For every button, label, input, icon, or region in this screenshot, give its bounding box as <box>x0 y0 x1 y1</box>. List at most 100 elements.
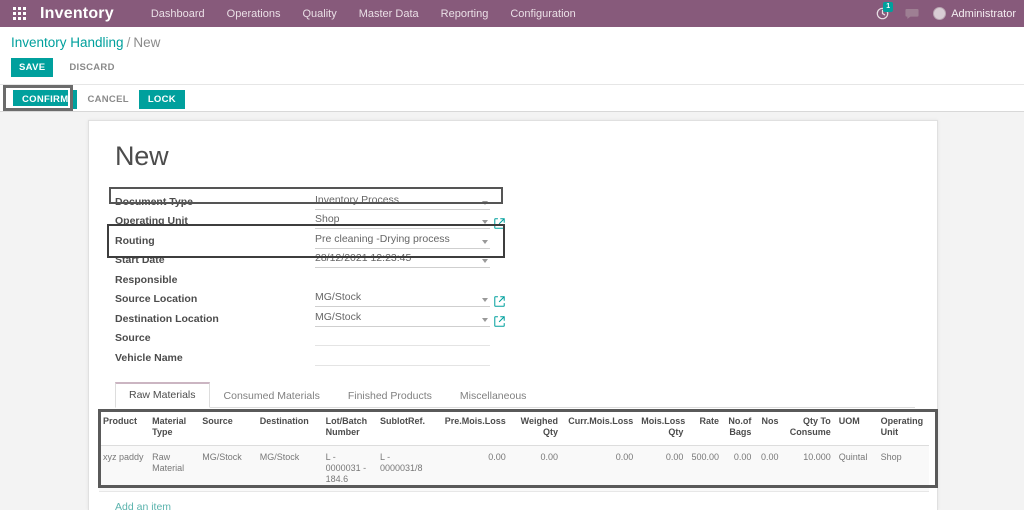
cell-sublot-ref[interactable]: L - 0000031/8 <box>376 446 433 492</box>
menu-item-reporting[interactable]: Reporting <box>430 2 500 26</box>
chevron-down-icon[interactable] <box>482 318 488 322</box>
tab-consumed-materials[interactable]: Consumed Materials <box>210 384 334 408</box>
cell-source[interactable]: MG/Stock <box>198 446 255 492</box>
field-label-source-location: Source Location <box>115 293 315 307</box>
column-header-rate[interactable]: Rate <box>687 409 723 446</box>
field-value-vehicle-name[interactable] <box>315 350 490 366</box>
breadcrumb: Inventory Handling/New <box>11 35 160 50</box>
chat-bubble-icon[interactable] <box>897 0 927 27</box>
cell-no-of-bags[interactable]: 0.00 <box>723 446 755 492</box>
field-value-routing[interactable]: Pre cleaning -Drying process <box>315 233 490 249</box>
cell-mois-loss-qty[interactable]: 0.00 <box>637 446 687 492</box>
column-header-qty-to-consume[interactable]: Qty To Consume <box>783 409 835 446</box>
table-row[interactable]: xyz paddy Raw Material MG/Stock MG/Stock… <box>99 446 929 492</box>
chevron-down-icon[interactable] <box>482 220 488 224</box>
chevron-down-icon[interactable] <box>482 201 488 205</box>
field-value-document-type[interactable]: Inventory Process <box>315 194 490 210</box>
field-value-responsible[interactable] <box>315 272 490 288</box>
cell-nos[interactable]: 0.00 <box>755 446 782 492</box>
top-navigation-bar: Inventory Dashboard Operations Quality M… <box>0 0 1024 27</box>
cell-lot-batch-number[interactable]: L - 0000031 - 184.6 <box>322 446 376 492</box>
column-header-curr-mois-loss[interactable]: Curr.Mois.Loss <box>562 409 637 446</box>
cell-curr-mois-loss[interactable]: 0.00 <box>562 446 637 492</box>
menu-item-dashboard[interactable]: Dashboard <box>140 2 216 26</box>
cell-pre-mois-loss[interactable]: 0.00 <box>433 446 509 492</box>
cell-uom[interactable]: Quintal <box>835 446 877 492</box>
column-header-source[interactable]: Source <box>198 409 255 446</box>
menu-item-master-data[interactable]: Master Data <box>348 2 430 26</box>
column-header-lot-batch-number[interactable]: Lot/Batch Number <box>322 409 376 446</box>
app-brand-title[interactable]: Inventory <box>40 5 114 23</box>
cell-product[interactable]: xyz paddy <box>99 446 148 492</box>
avatar <box>933 7 946 20</box>
add-an-item-link[interactable]: Add an item <box>115 501 171 510</box>
column-header-nos[interactable]: Nos <box>755 409 782 446</box>
cell-operating-unit[interactable]: Shop <box>877 446 929 492</box>
column-header-uom[interactable]: UOM <box>835 409 877 446</box>
workflow-button-group: CONFIRM CANCEL LOCK <box>13 90 185 109</box>
column-header-mois-loss-qty[interactable]: Mois.Loss Qty <box>637 409 687 446</box>
menu-item-quality[interactable]: Quality <box>291 2 347 26</box>
field-row-source-location: Source Location MG/Stock <box>115 288 510 308</box>
action-status-bar: CONFIRM CANCEL LOCK DRAFT CONFIRMED IN P… <box>0 84 1024 112</box>
column-header-sublot-ref[interactable]: SublotRef. <box>376 409 433 446</box>
field-value-start-date[interactable]: 28/12/2021 12:23:45 <box>315 252 490 268</box>
breadcrumb-root-link[interactable]: Inventory Handling <box>11 35 124 50</box>
breadcrumb-separator: / <box>127 35 131 50</box>
discard-button[interactable]: DISCARD <box>59 58 124 77</box>
save-button[interactable]: SAVE <box>11 58 53 77</box>
field-value-source-location[interactable]: MG/Stock <box>315 291 490 307</box>
field-value-destination-location[interactable]: MG/Stock <box>315 311 490 327</box>
raw-materials-table: Product Material Type Source Destination… <box>99 409 929 492</box>
column-header-no-of-bags[interactable]: No.of Bags <box>723 409 755 446</box>
menu-item-operations[interactable]: Operations <box>216 2 292 26</box>
tab-raw-materials[interactable]: Raw Materials <box>115 382 210 408</box>
field-label-responsible: Responsible <box>115 274 315 288</box>
main-menu: Dashboard Operations Quality Master Data… <box>140 2 587 26</box>
column-header-material-type[interactable]: Material Type <box>148 409 198 446</box>
form-fields-group: Document Type Inventory Process Operatin… <box>115 190 510 366</box>
breadcrumb-bar: Inventory Handling/New SAVE DISCARD <box>0 27 1024 84</box>
field-value-operating-unit[interactable]: Shop <box>315 213 490 229</box>
column-header-destination[interactable]: Destination <box>256 409 322 446</box>
clock-activity-icon[interactable]: 1 <box>867 0 897 27</box>
activity-count-badge: 1 <box>883 2 893 12</box>
field-row-destination-location: Destination Location MG/Stock <box>115 307 510 327</box>
field-value-source[interactable] <box>315 330 490 346</box>
form-sheet: New Document Type Inventory Process Oper… <box>88 120 938 510</box>
field-row-vehicle-name: Vehicle Name <box>115 346 510 366</box>
odoo-inventory-form-page: Inventory Dashboard Operations Quality M… <box>0 0 1024 510</box>
chevron-down-icon[interactable] <box>482 240 488 244</box>
page-title: New <box>115 141 168 172</box>
tab-miscellaneous[interactable]: Miscellaneous <box>446 384 541 408</box>
field-row-document-type: Document Type Inventory Process <box>115 190 510 210</box>
apps-grid-icon[interactable] <box>4 7 34 20</box>
field-label-document-type: Document Type <box>115 196 315 210</box>
cancel-button[interactable]: CANCEL <box>77 90 138 109</box>
notebook-tabs: Raw Materials Consumed Materials Finishe… <box>115 383 915 408</box>
field-label-start-date: Start Date <box>115 254 315 268</box>
confirm-button[interactable]: CONFIRM <box>13 90 77 109</box>
internal-link-icon-operating-unit[interactable] <box>494 218 505 229</box>
column-header-operating-unit[interactable]: Operating Unit <box>877 409 929 446</box>
menu-item-configuration[interactable]: Configuration <box>499 2 586 26</box>
lock-button[interactable]: LOCK <box>139 90 185 109</box>
cell-rate[interactable]: 500.00 <box>687 446 723 492</box>
column-header-pre-mois-loss[interactable]: Pre.Mois.Loss <box>433 409 509 446</box>
column-header-weighed-qty[interactable]: Weighed Qty <box>510 409 562 446</box>
internal-link-icon-source-location[interactable] <box>494 296 505 307</box>
field-label-operating-unit: Operating Unit <box>115 215 315 229</box>
record-save-discard-group: SAVE DISCARD <box>11 58 125 77</box>
field-label-routing: Routing <box>115 235 315 249</box>
column-header-product[interactable]: Product <box>99 409 148 446</box>
user-menu[interactable]: Administrator <box>927 7 1022 20</box>
cell-destination[interactable]: MG/Stock <box>256 446 322 492</box>
cell-material-type[interactable]: Raw Material <box>148 446 198 492</box>
cell-weighed-qty[interactable]: 0.00 <box>510 446 562 492</box>
chevron-down-icon[interactable] <box>482 298 488 302</box>
tab-finished-products[interactable]: Finished Products <box>334 384 446 408</box>
user-name-label: Administrator <box>951 8 1016 20</box>
internal-link-icon-destination-location[interactable] <box>494 316 505 327</box>
cell-qty-to-consume[interactable]: 10.000 <box>783 446 835 492</box>
chevron-down-icon[interactable] <box>482 259 488 263</box>
